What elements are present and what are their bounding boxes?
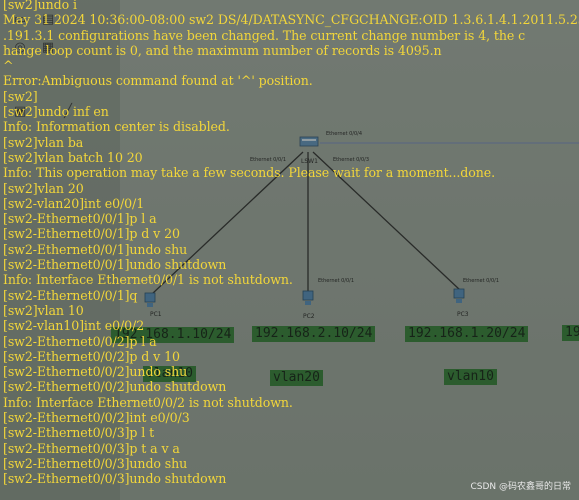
terminal-line: [sw2-Ethernet0/0/2]undo shu [3, 364, 188, 380]
terminal-line: [sw2-Ethernet0/0/2]p l a [3, 333, 157, 349]
terminal-line: May 31 2024 10:36:00-08:00 sw2 DS/4/DATA… [3, 12, 579, 28]
terminal-line: [sw2]vlan 10 [3, 302, 84, 318]
terminal-line: [sw2]undo inf en [3, 104, 109, 120]
terminal-line: [sw2]vlan ba [3, 134, 84, 150]
terminal-line: [sw2-Ethernet0/0/3]p l t [3, 425, 155, 441]
terminal-line: [sw2-Ethernet0/0/1]undo shutdown [3, 257, 227, 273]
terminal-line: Info: Interface Ethernet0/0/2 is not shu… [3, 394, 293, 410]
terminal-line: [sw2-Ethernet0/0/1]q [3, 287, 138, 303]
terminal-line: Error:Ambiguous command found at '^' pos… [3, 73, 313, 89]
terminal-line: [sw2-vlan10]int e0/0/2 [3, 318, 145, 334]
terminal-line: [sw2-Ethernet0/0/2]undo shutdown [3, 379, 227, 395]
terminal-line: .191.3.1 configurations have been change… [3, 27, 526, 43]
terminal-line: hange loop count is 0, and the maximum n… [3, 42, 442, 58]
terminal-output: [sw2]undo i May 31 2024 10:36:00-08:00 sw… [3, 0, 579, 487]
terminal-line: [sw2]vlan 20 [3, 180, 84, 196]
terminal-line: ^ [3, 58, 14, 74]
csdn-watermark: CSDN @码农鑫哥的日常 [470, 482, 571, 492]
terminal-line: Info: This operation may take a few seco… [3, 165, 495, 181]
terminal-line: [sw2]undo i [3, 0, 77, 12]
terminal-line: [sw2]vlan batch 10 20 [3, 149, 143, 165]
terminal-line: Info: Information center is disabled. [3, 119, 230, 135]
terminal-line: [sw2-Ethernet0/0/3]undo shu [3, 455, 188, 471]
terminal-line: [sw2-Ethernet0/0/1]p l a [3, 211, 157, 227]
terminal-line: [sw2] [3, 88, 38, 104]
terminal-line: [sw2-Ethernet0/0/2]int e0/0/3 [3, 410, 190, 426]
terminal-line: Info: Interface Ethernet0/0/1 is not shu… [3, 272, 293, 288]
terminal-line: [sw2-Ethernet0/0/1]undo shu [3, 241, 188, 257]
terminal-line: [sw2-Ethernet0/0/3]p t a v a [3, 440, 180, 456]
cli-terminal[interactable]: [sw2]undo i May 31 2024 10:36:00-08:00 sw… [0, 0, 579, 500]
terminal-line: [sw2-Ethernet0/0/2]p d v 10 [3, 348, 180, 364]
terminal-line: [sw2-vlan20]int e0/0/1 [3, 195, 145, 211]
terminal-line: [sw2-Ethernet0/0/1]p d v 20 [3, 226, 180, 242]
screenshot-stage: ▭ ▤ ◎ ▦ ╱ ▣ LSW1 Ethernet 0/0/4 Ethernet… [0, 0, 579, 500]
